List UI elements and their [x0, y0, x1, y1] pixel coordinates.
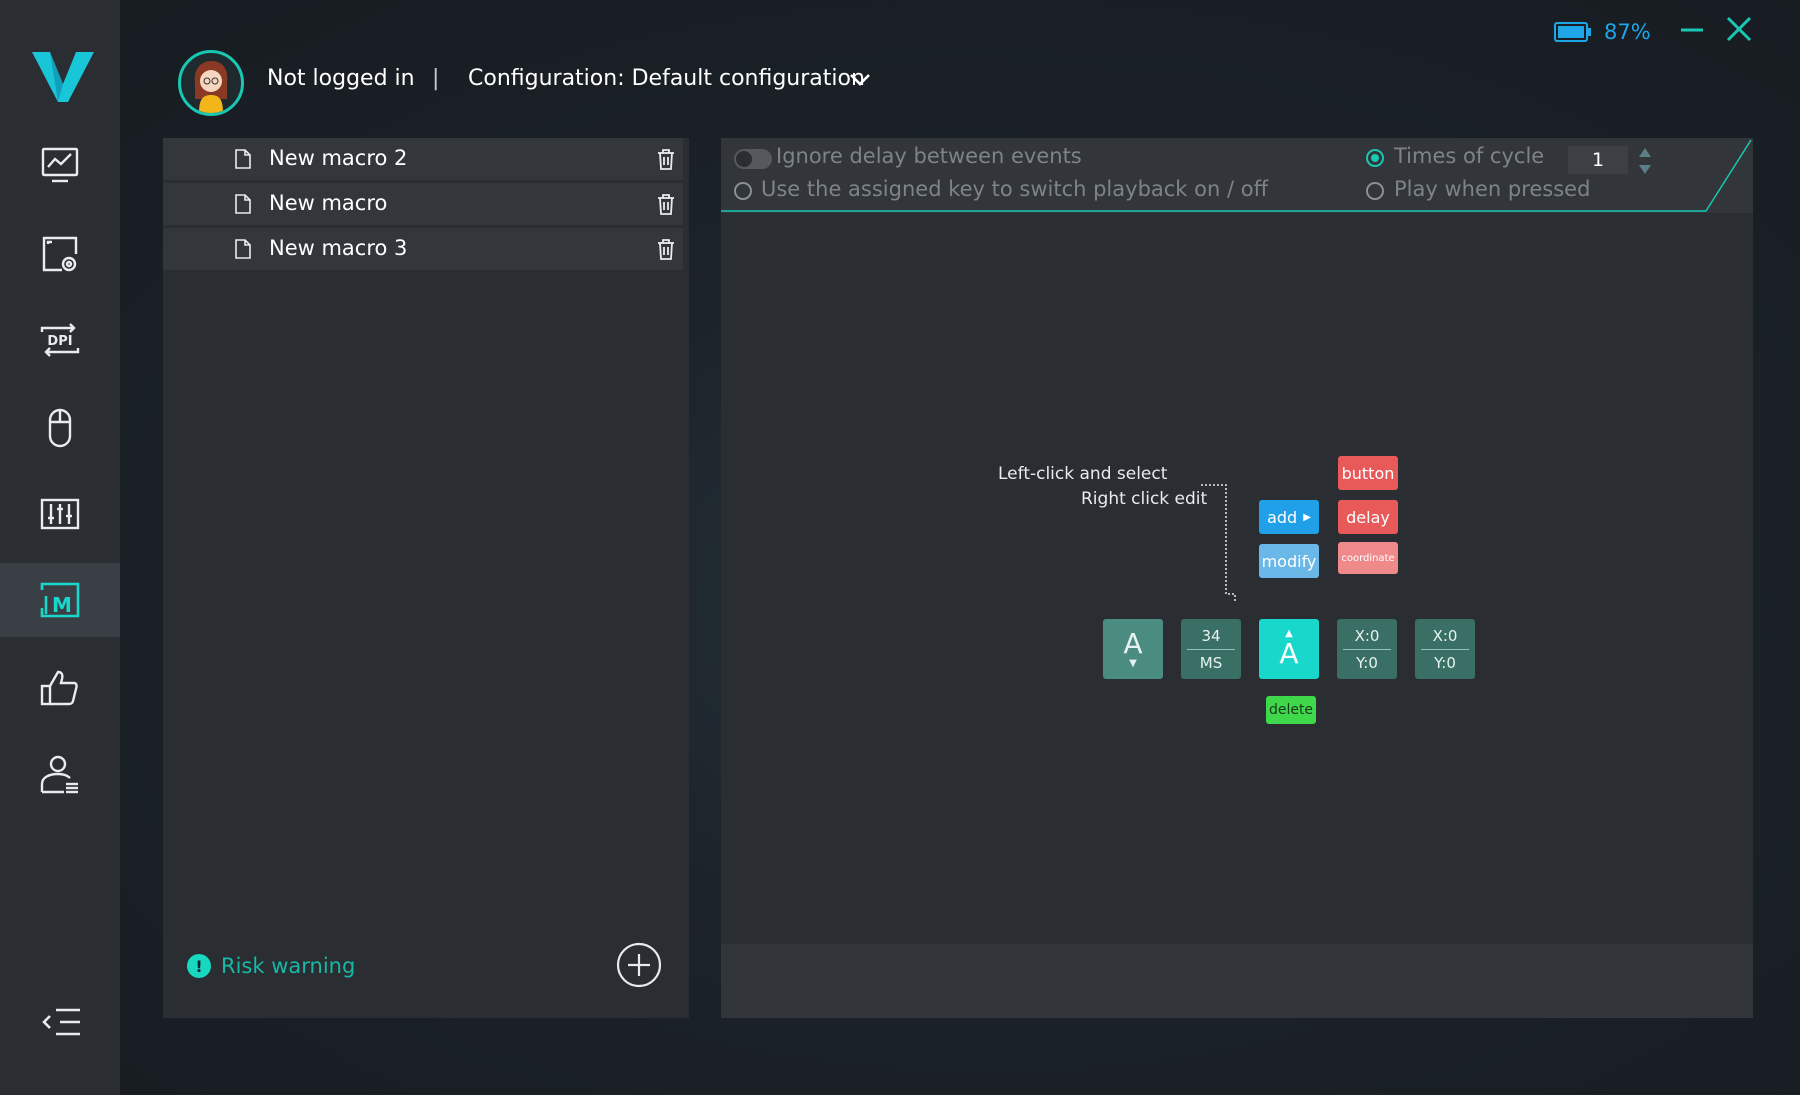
- tutorial-coordinate-label: coordinate: [1341, 552, 1395, 564]
- trash-icon[interactable]: [657, 193, 675, 215]
- arrow-down-icon: ▼: [1129, 658, 1137, 669]
- list-item[interactable]: New macro 3: [163, 228, 683, 270]
- header-separator: |: [432, 66, 440, 91]
- warning-icon: !: [187, 954, 211, 978]
- brand-logo-icon: [32, 52, 94, 102]
- tutorial-key-down-tile: A ▼: [1103, 619, 1163, 679]
- cycle-count-input[interactable]: 1: [1568, 146, 1628, 174]
- play-when-pressed-radio[interactable]: [1366, 182, 1384, 200]
- sidebar-item-equalizer[interactable]: [0, 477, 120, 551]
- risk-warning[interactable]: ! Risk warning: [187, 954, 355, 978]
- minimize-icon[interactable]: [1680, 18, 1704, 42]
- add-macro-button[interactable]: [616, 942, 662, 988]
- macro-icon: M: [40, 582, 80, 618]
- sidebar-item-mouse[interactable]: [0, 391, 120, 465]
- dpi-icon-label: DPI: [47, 334, 72, 349]
- coordinate-y: Y:0: [1434, 653, 1456, 672]
- coordinate-x: X:0: [1432, 626, 1458, 645]
- tutorial-coordinate-option: coordinate: [1338, 542, 1398, 574]
- collapse-menu-icon[interactable]: [40, 1000, 84, 1044]
- sidebar: DPI M: [0, 0, 120, 1095]
- list-item[interactable]: New macro 2: [163, 138, 683, 180]
- battery-percent: 87%: [1604, 20, 1651, 44]
- configuration-label[interactable]: Configuration: Default configuration: [468, 66, 865, 91]
- macro-name: New macro 3: [269, 236, 408, 260]
- coordinate-y: Y:0: [1356, 653, 1378, 672]
- playback-options-bar: Ignore delay between events Use the assi…: [721, 138, 1753, 213]
- trash-icon[interactable]: [657, 148, 675, 170]
- tutorial-hint-left-click: Left-click and select: [998, 464, 1168, 484]
- chevron-down-icon[interactable]: [848, 72, 872, 88]
- tutorial-delay-option: delay: [1338, 500, 1398, 534]
- tutorial-key-up-tile: ▲ A: [1259, 619, 1319, 679]
- ignore-delay-toggle[interactable]: [734, 149, 772, 169]
- performance-chart-icon: [41, 147, 79, 183]
- dpi-icon: DPI: [40, 323, 80, 357]
- delay-value: 34: [1201, 626, 1221, 645]
- mouse-icon: [48, 408, 72, 448]
- macro-editor-panel: Ignore delay between events Use the assi…: [721, 138, 1753, 1018]
- tutorial-coordinate-tile: X:0 Y:0: [1337, 619, 1397, 679]
- triangle-right-icon: ▶: [1303, 511, 1311, 523]
- battery-icon: [1554, 22, 1591, 42]
- tutorial-delay-tile: 34 MS: [1181, 619, 1241, 679]
- assigned-key-radio[interactable]: [734, 182, 752, 200]
- cycle-stepper-icon[interactable]: [1638, 146, 1652, 176]
- macro-name: New macro: [269, 191, 388, 215]
- sidebar-item-performance[interactable]: [0, 128, 120, 202]
- risk-warning-label: Risk warning: [221, 954, 356, 978]
- close-icon[interactable]: [1726, 16, 1752, 42]
- tutorial-delay-label: delay: [1346, 507, 1390, 527]
- tutorial-delete-label: delete: [1268, 702, 1314, 718]
- tutorial-button-label: button: [1341, 463, 1395, 483]
- macro-icon-letter: M: [52, 593, 72, 617]
- key-down-letter: A: [1123, 627, 1143, 660]
- tutorial-button-option: button: [1338, 456, 1398, 490]
- editor-footer-bar: [721, 944, 1753, 1018]
- tutorial-add-button: add ▶: [1259, 500, 1319, 534]
- thumbs-up-icon: [40, 670, 78, 706]
- macro-list-panel: New macro 2 New macro New macro 3 ! Risk…: [163, 138, 689, 1018]
- sidebar-item-macro[interactable]: M: [0, 563, 120, 637]
- sidebar-item-lighting[interactable]: [0, 217, 120, 291]
- times-of-cycle-radio[interactable]: [1366, 149, 1384, 167]
- delay-unit: MS: [1199, 653, 1223, 672]
- tutorial-delete-button: delete: [1266, 696, 1316, 724]
- user-settings-icon: [40, 755, 78, 794]
- macro-name: New macro 2: [269, 146, 408, 170]
- sidebar-item-dpi[interactable]: DPI: [0, 303, 120, 377]
- ignore-delay-label: Ignore delay between events: [776, 144, 1082, 168]
- tutorial-modify-label: modify: [1261, 551, 1317, 571]
- times-of-cycle-label: Times of cycle: [1394, 144, 1545, 168]
- tutorial-connector: [1201, 484, 1236, 602]
- equalizer-icon: [40, 498, 80, 530]
- key-up-letter: A: [1279, 637, 1299, 670]
- tutorial-add-label: add: [1267, 507, 1298, 527]
- battery-status: 87%: [1554, 20, 1651, 44]
- tutorial-hint-right-click: Right click edit: [1081, 489, 1208, 509]
- coordinate-x: X:0: [1354, 626, 1380, 645]
- file-icon: [235, 239, 251, 259]
- sidebar-item-user[interactable]: [0, 737, 120, 811]
- tutorial-modify-button: modify: [1259, 544, 1319, 578]
- assigned-key-label: Use the assigned key to switch playback …: [761, 177, 1269, 201]
- lighting-screen-icon: [42, 236, 78, 272]
- avatar-illustration-icon: [194, 61, 228, 113]
- login-status[interactable]: Not logged in: [267, 66, 415, 91]
- sidebar-item-recommend[interactable]: [0, 651, 120, 725]
- list-item[interactable]: New macro: [163, 183, 683, 225]
- trash-icon[interactable]: [657, 238, 675, 260]
- tutorial-coordinate-tile: X:0 Y:0: [1415, 619, 1475, 679]
- file-icon: [235, 194, 251, 214]
- file-icon: [235, 149, 251, 169]
- play-when-pressed-label: Play when pressed: [1394, 177, 1591, 201]
- avatar[interactable]: [178, 50, 244, 116]
